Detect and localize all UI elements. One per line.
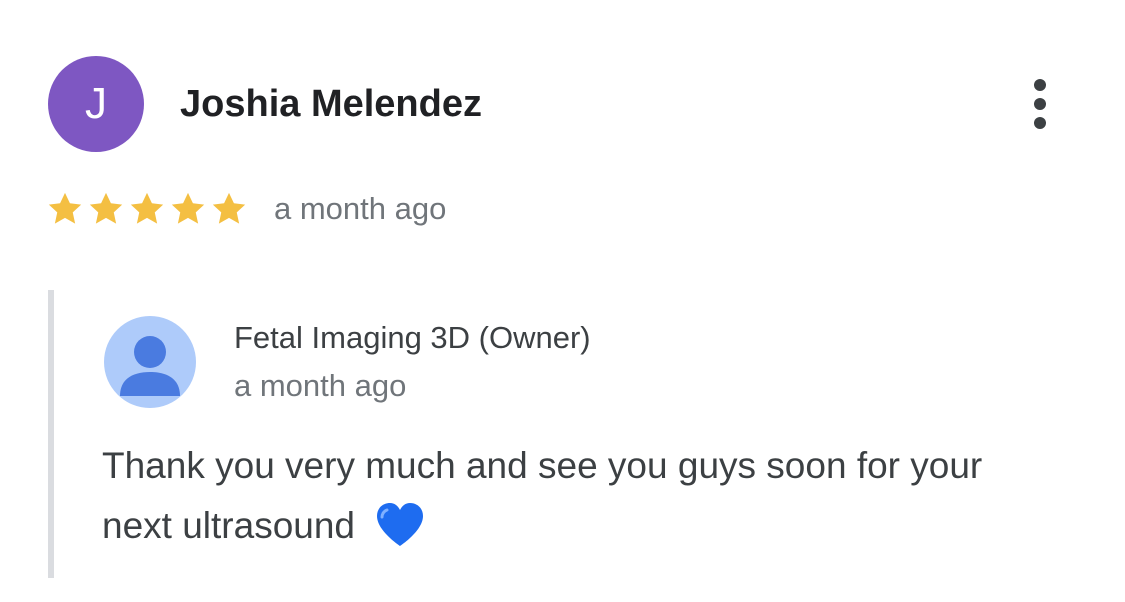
owner-name: Fetal Imaging 3D (Owner) (234, 320, 591, 355)
star-rating (46, 190, 248, 228)
reply-message: Thank you very much and see you guys soo… (102, 445, 983, 546)
reviewer-avatar[interactable]: J (48, 56, 144, 152)
reviewer-avatar-letter: J (85, 79, 107, 128)
reply-divider (48, 290, 54, 578)
star-icon (89, 192, 123, 224)
reply-timestamp: a month ago (234, 368, 407, 403)
reviewer-name[interactable]: Joshia Melendez (180, 82, 482, 126)
review-card: J Joshia Melendez a month ago Fetal Imag… (0, 0, 1125, 602)
star-icon (212, 192, 246, 224)
owner-reply: Fetal Imaging 3D (Owner) a month ago Tha… (48, 290, 1078, 578)
star-icon (48, 192, 82, 224)
more-vert-icon (1034, 79, 1046, 91)
blue-heart-icon (377, 503, 424, 546)
rating-row: a month ago (46, 186, 446, 232)
reply-text: Thank you very much and see you guys soo… (102, 436, 1062, 556)
more-options-button[interactable] (1020, 72, 1060, 136)
person-icon (120, 336, 180, 396)
owner-avatar[interactable] (104, 316, 196, 408)
star-icon (171, 192, 205, 224)
review-timestamp: a month ago (274, 191, 447, 226)
star-icon (130, 192, 164, 224)
more-vert-icon-dot (1034, 98, 1046, 110)
more-vert-icon-dot (1034, 117, 1046, 129)
